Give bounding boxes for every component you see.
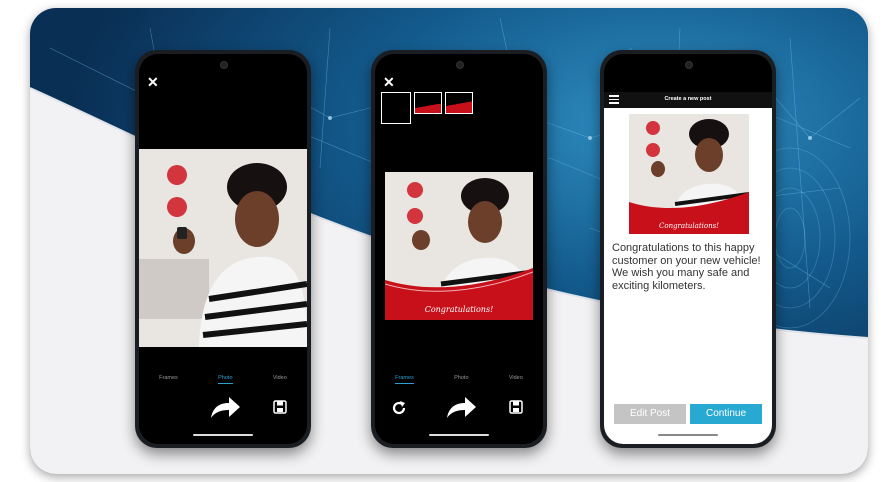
tab-video[interactable]: Video [509,375,523,384]
tab-frames[interactable]: Frames [395,375,414,384]
post-caption[interactable]: Congratulations to this happy customer o… [612,242,762,292]
phone-3: Create a new post Congratulations! Congr… [600,50,776,448]
share-icon[interactable] [209,396,241,420]
frame-banner-text: Congratulations! [659,222,719,230]
home-indicator[interactable] [193,434,253,436]
page-title: Create a new post [664,96,712,102]
frame-thumbnail[interactable] [414,92,442,114]
frame-thumbnails [381,92,473,124]
app-header: Create a new post [604,92,772,108]
photo-image [139,149,307,347]
screenshot-card: ✕ Frames Photo Video ✕ Congratulations! … [30,8,868,474]
frame-thumbnail[interactable] [445,92,473,114]
toolbar [375,394,543,424]
close-icon[interactable]: ✕ [383,74,395,91]
phone-1: ✕ Frames Photo Video [135,50,311,448]
screen-3: Create a new post Congratulations! Congr… [604,54,772,444]
save-icon[interactable] [273,400,287,414]
tab-video[interactable]: Video [273,375,287,384]
home-indicator[interactable] [658,434,718,436]
customer-photo [139,149,307,347]
framed-photo: Congratulations! [385,172,533,320]
tab-frames[interactable]: Frames [159,375,178,384]
editor-tabs: Frames Photo Video [375,375,543,384]
photo-image [385,172,533,320]
front-camera [456,61,464,69]
edit-post-button[interactable]: Edit Post [614,404,686,424]
continue-button[interactable]: Continue [690,404,762,424]
frame-thumbnail-selected[interactable] [381,92,411,124]
phone-2: ✕ Congratulations! Frames Photo Video [371,50,547,448]
share-icon[interactable] [445,396,477,420]
home-indicator[interactable] [429,434,489,436]
tab-photo[interactable]: Photo [218,375,233,384]
editor-tabs: Frames Photo Video [139,375,307,384]
post-photo: Congratulations! [629,114,749,234]
front-camera [685,61,693,69]
photo-image [629,114,749,234]
save-icon[interactable] [509,400,523,414]
front-camera [220,61,228,69]
screen-1: ✕ Frames Photo Video [139,54,307,444]
close-icon[interactable]: ✕ [147,74,159,91]
toolbar [139,394,307,424]
screen-2: ✕ Congratulations! Frames Photo Video [375,54,543,444]
tab-photo[interactable]: Photo [454,375,468,384]
refresh-icon[interactable] [391,400,407,416]
frame-banner-text: Congratulations! [424,305,494,314]
